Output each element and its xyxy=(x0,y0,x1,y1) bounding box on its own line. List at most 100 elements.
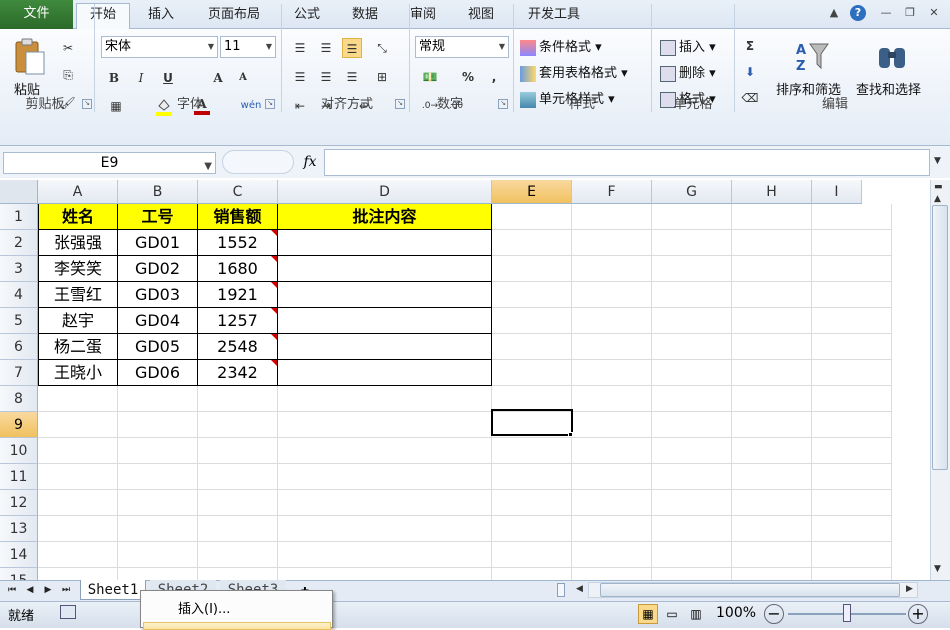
empty-cell[interactable] xyxy=(652,464,732,490)
next-sheet-icon[interactable]: ▶ xyxy=(42,583,54,597)
zoom-in-icon[interactable]: + xyxy=(908,604,928,624)
row-header-3[interactable]: 3 xyxy=(0,256,38,282)
empty-cell[interactable] xyxy=(118,542,198,568)
empty-cell[interactable] xyxy=(652,308,732,334)
empty-cell[interactable] xyxy=(572,256,652,282)
table-cell[interactable]: 王晓小 xyxy=(38,360,118,386)
row-header-11[interactable]: 11 xyxy=(0,464,38,490)
empty-cell[interactable] xyxy=(492,308,572,334)
tab-formulas[interactable]: 公式 xyxy=(280,4,334,29)
name-box[interactable]: E9 ▼ xyxy=(3,152,216,174)
empty-cell[interactable] xyxy=(652,204,732,230)
empty-cell[interactable] xyxy=(38,386,118,412)
table-header-cell[interactable]: 批注内容 xyxy=(278,204,492,230)
row-header-7[interactable]: 7 xyxy=(0,360,38,386)
empty-cell[interactable] xyxy=(278,412,492,438)
formula-input[interactable] xyxy=(324,149,930,176)
empty-cell[interactable] xyxy=(38,438,118,464)
split-box-icon[interactable]: ▬ xyxy=(934,182,943,192)
clipboard-launcher-icon[interactable]: ↘ xyxy=(82,99,92,109)
table-cell[interactable]: 2342 xyxy=(198,360,278,386)
empty-cell[interactable] xyxy=(572,464,652,490)
comment-indicator-icon[interactable] xyxy=(271,334,277,340)
table-cell[interactable]: 1680 xyxy=(198,256,278,282)
empty-cell[interactable] xyxy=(38,490,118,516)
table-cell[interactable]: 1921 xyxy=(198,282,278,308)
empty-cell[interactable] xyxy=(492,204,572,230)
font-name-combo[interactable]: 宋体 ▼ xyxy=(101,36,218,58)
empty-cell[interactable] xyxy=(572,386,652,412)
page-layout-view-icon[interactable]: ▭ xyxy=(662,604,682,624)
empty-cell[interactable] xyxy=(198,542,278,568)
page-break-view-icon[interactable]: ▥ xyxy=(686,604,706,624)
table-cell[interactable]: 李笑笑 xyxy=(38,256,118,282)
empty-cell[interactable] xyxy=(732,386,812,412)
empty-cell[interactable] xyxy=(812,282,892,308)
table-cell[interactable] xyxy=(278,282,492,308)
empty-cell[interactable] xyxy=(732,542,812,568)
table-cell[interactable] xyxy=(278,256,492,282)
table-cell[interactable]: GD04 xyxy=(118,308,198,334)
align-right-icon[interactable]: ☰ xyxy=(342,67,362,87)
restore-window-icon[interactable]: ❐ xyxy=(902,5,918,21)
empty-cell[interactable] xyxy=(812,464,892,490)
empty-cell[interactable] xyxy=(492,542,572,568)
empty-cell[interactable] xyxy=(732,412,812,438)
empty-cell[interactable] xyxy=(812,230,892,256)
cut-icon[interactable]: ✂ xyxy=(58,38,78,58)
scroll-left-icon[interactable]: ◀ xyxy=(576,584,583,594)
row-header-10[interactable]: 10 xyxy=(0,438,38,464)
empty-cell[interactable] xyxy=(652,360,732,386)
empty-cell[interactable] xyxy=(38,568,118,580)
empty-cell[interactable] xyxy=(732,334,812,360)
empty-cell[interactable] xyxy=(492,360,572,386)
row-header-8[interactable]: 8 xyxy=(0,386,38,412)
tab-file[interactable]: 文件 xyxy=(0,0,73,29)
empty-cell[interactable] xyxy=(732,490,812,516)
empty-cell[interactable] xyxy=(492,256,572,282)
minimize-ribbon-icon[interactable]: ▲ xyxy=(826,5,842,21)
zoom-out-icon[interactable]: − xyxy=(764,604,784,624)
insert-function-button[interactable]: fx xyxy=(298,150,322,174)
context-menu-next-item[interactable] xyxy=(143,622,331,630)
empty-cell[interactable] xyxy=(38,412,118,438)
empty-cell[interactable] xyxy=(812,490,892,516)
scroll-right-icon[interactable]: ▶ xyxy=(906,584,913,594)
empty-cell[interactable] xyxy=(732,282,812,308)
empty-cell[interactable] xyxy=(198,412,278,438)
bold-button[interactable]: B xyxy=(104,68,124,88)
table-cell[interactable]: GD06 xyxy=(118,360,198,386)
empty-cell[interactable] xyxy=(812,308,892,334)
empty-cell[interactable] xyxy=(812,360,892,386)
empty-cell[interactable] xyxy=(278,542,492,568)
empty-cell[interactable] xyxy=(38,516,118,542)
row-header-5[interactable]: 5 xyxy=(0,308,38,334)
empty-cell[interactable] xyxy=(652,412,732,438)
empty-cell[interactable] xyxy=(652,334,732,360)
align-bottom-icon[interactable]: ☰ xyxy=(342,38,362,58)
empty-cell[interactable] xyxy=(572,568,652,580)
comment-indicator-icon[interactable] xyxy=(271,282,277,288)
table-cell[interactable]: 张强强 xyxy=(38,230,118,256)
table-cell[interactable]: 王雪红 xyxy=(38,282,118,308)
empty-cell[interactable] xyxy=(572,334,652,360)
empty-cell[interactable] xyxy=(812,516,892,542)
empty-cell[interactable] xyxy=(572,308,652,334)
macro-record-icon[interactable] xyxy=(60,605,76,619)
autosum-button[interactable]: Σ xyxy=(740,36,760,56)
empty-cell[interactable] xyxy=(198,386,278,412)
empty-cell[interactable] xyxy=(492,464,572,490)
fill-icon[interactable]: ⬇ xyxy=(740,62,760,82)
empty-cell[interactable] xyxy=(652,516,732,542)
table-cell[interactable] xyxy=(278,308,492,334)
comma-button[interactable]: , xyxy=(484,67,504,87)
number-format-combo[interactable]: 常规 ▼ xyxy=(415,36,509,58)
worksheet-grid[interactable]: 姓名 工号 销售额 批注内容 张强强 GD01 1552 李笑笑 GD02 1680 王雪红 GD03… xyxy=(38,204,930,580)
context-menu-insert[interactable]: 插入(I)... xyxy=(178,598,230,617)
empty-cell[interactable] xyxy=(732,204,812,230)
format-as-table-button[interactable]: 套用表格格式 ▾ xyxy=(520,62,628,82)
empty-cell[interactable] xyxy=(278,438,492,464)
align-left-icon[interactable]: ☰ xyxy=(290,67,310,87)
close-window-icon[interactable]: ✕ xyxy=(926,5,942,21)
empty-cell[interactable] xyxy=(812,542,892,568)
